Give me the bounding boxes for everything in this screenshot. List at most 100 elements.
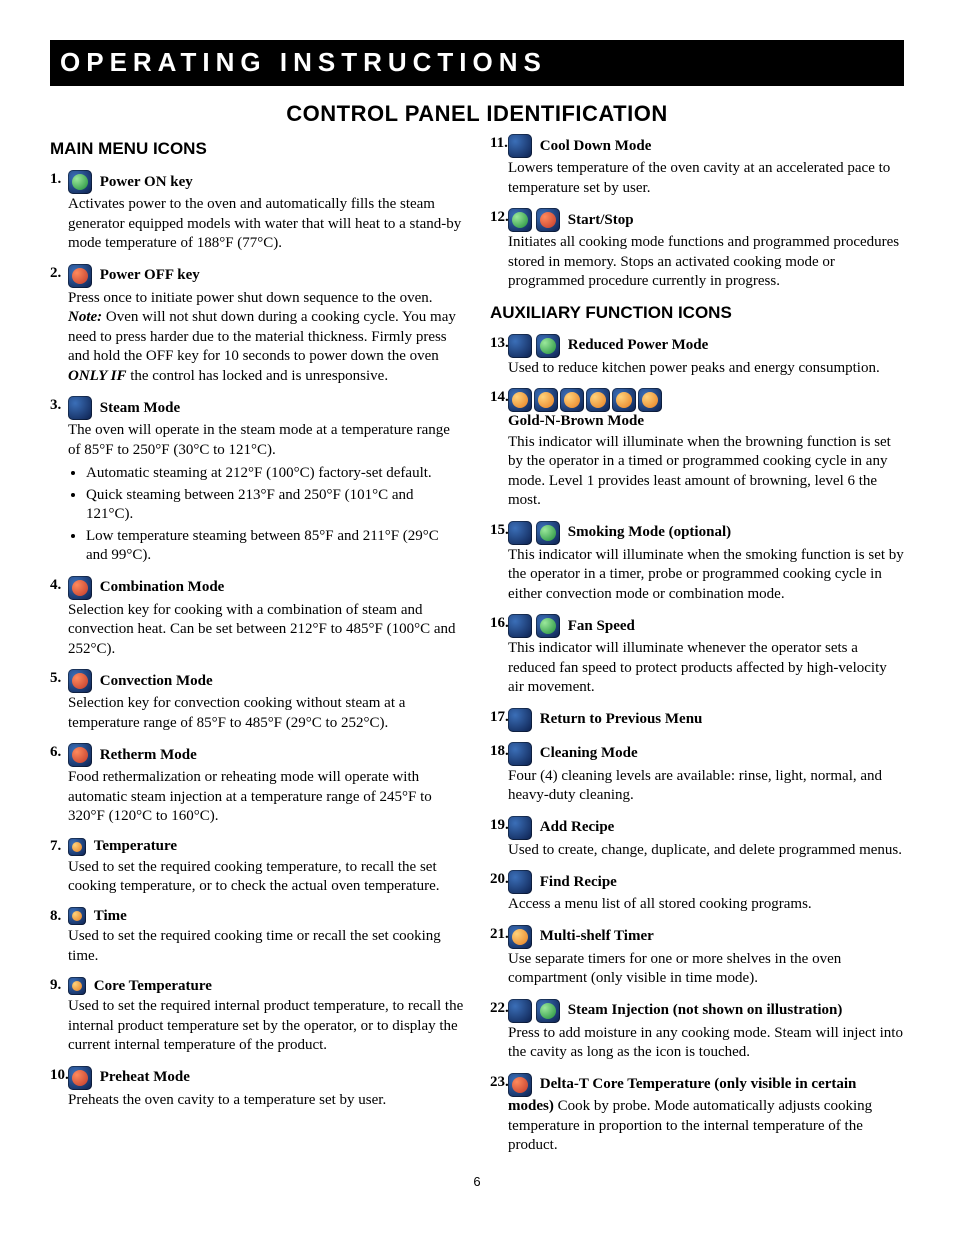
item-number: 17. <box>490 708 509 728</box>
item-body: Selection key for cooking with a combina… <box>68 601 464 660</box>
item-body: The oven will operate in the steam mode … <box>68 421 464 460</box>
item-body: Used to create, change, duplicate, and d… <box>508 841 904 861</box>
item-header: Temperature <box>68 838 177 854</box>
list-item: 13. Reduced Power Mode Used to reduce kit… <box>490 334 904 379</box>
list-item: 14.Gold-N-Brown ModeThis indicator will … <box>490 388 904 511</box>
item-header: Combination Mode <box>68 579 224 595</box>
sub-bullet: Quick steaming between 213°F and 250°F (… <box>86 486 464 525</box>
item-label: Preheat Mode <box>100 1069 190 1085</box>
item-number: 4. <box>50 576 61 596</box>
fan-speed-icon-b <box>536 614 560 638</box>
retherm-mode-icon <box>68 743 92 767</box>
cool-down-mode-icon <box>508 134 532 158</box>
item-body: Press to add moisture in any cooking mod… <box>508 1024 904 1063</box>
item-header: Steam Injection (not shown on illustrati… <box>508 1002 842 1018</box>
fan-speed-icon-a <box>508 614 532 638</box>
list-item: 22. Steam Injection (not shown on illust… <box>490 999 904 1063</box>
item-body: Used to set the required cooking tempera… <box>68 858 464 897</box>
item-header: Delta-T Core Temperature (only visible i… <box>508 1076 872 1153</box>
sub-bullets: Automatic steaming at 212°F (100°C) fact… <box>86 464 464 566</box>
item-body: Lowers temperature of the oven cavity at… <box>508 159 904 198</box>
item-label: Time <box>94 908 127 924</box>
item-label: Start/Stop <box>568 212 634 228</box>
gold-n-brown-level-4-icon <box>586 388 610 412</box>
item-number: 19. <box>490 816 509 836</box>
item-label: Multi-shelf Timer <box>540 928 654 944</box>
power-on-icon <box>68 170 92 194</box>
item-header: Retherm Mode <box>68 747 197 763</box>
item-number: 20. <box>490 870 509 890</box>
sub-bullet: Low temperature steaming between 85°F an… <box>86 527 464 566</box>
page-banner: OPERATING INSTRUCTIONS <box>50 40 904 86</box>
item-header: Return to Previous Menu <box>508 711 702 727</box>
list-item: 3. Steam ModeThe oven will operate in th… <box>50 396 464 566</box>
item-number: 15. <box>490 521 509 541</box>
gold-n-brown-level-5-icon <box>612 388 636 412</box>
item-number: 9. <box>50 976 61 996</box>
item-number: 10. <box>50 1066 69 1086</box>
item-body: Four (4) cleaning levels are available: … <box>508 767 904 806</box>
gold-n-brown-level-3-icon <box>560 388 584 412</box>
item-body: Initiates all cooking mode functions and… <box>508 233 904 292</box>
two-column-layout: MAIN MENU ICONS 1. Power ON keyActivates… <box>50 134 904 1165</box>
item-header: Reduced Power Mode <box>508 337 708 353</box>
item-label: Power OFF key <box>100 267 200 283</box>
list-item: 18. Cleaning ModeFour (4) cleaning level… <box>490 742 904 806</box>
item-header: Cool Down Mode <box>508 138 651 154</box>
steam-injection-icon-a <box>508 999 532 1023</box>
list-item: 9. Core TemperatureUsed to set the requi… <box>50 976 464 1055</box>
main-menu-list: 1. Power ON keyActivates power to the ov… <box>50 170 464 1110</box>
power-off-icon <box>68 264 92 288</box>
list-item: 1. Power ON keyActivates power to the ov… <box>50 170 464 254</box>
item-number: 22. <box>490 999 509 1019</box>
item-header: Time <box>68 908 127 924</box>
list-item: 21. Multi-shelf TimerUse separate timers… <box>490 925 904 989</box>
item-body: Preheats the oven cavity to a temperatur… <box>68 1091 464 1111</box>
core-temperature-icon <box>68 977 86 995</box>
list-item: 5. Convection ModeSelection key for conv… <box>50 669 464 733</box>
item-number: 1. <box>50 170 61 190</box>
time-icon <box>68 907 86 925</box>
list-item: 19. Add Recipe Used to create, change, du… <box>490 816 904 861</box>
item-label: Convection Mode <box>100 673 213 689</box>
list-item: 10. Preheat Mode Preheats the oven cavity… <box>50 1066 464 1111</box>
item-body: Cook by probe. Mode automatically adjust… <box>508 1098 872 1153</box>
auxiliary-heading: AUXILIARY FUNCTION ICONS <box>490 302 904 324</box>
item-body: Used to reduce kitchen power peaks and e… <box>508 359 904 379</box>
return-icon <box>508 708 532 732</box>
list-item: 15. Smoking Mode (optional) This indicato… <box>490 521 904 605</box>
add-recipe-icon <box>508 816 532 840</box>
item-body: Used to set the required cooking time or… <box>68 927 464 966</box>
item-label: Retherm Mode <box>100 747 197 763</box>
section-title: CONTROL PANEL IDENTIFICATION <box>50 100 904 129</box>
smoking-mode-icon-a <box>508 521 532 545</box>
list-item: 12. Start/Stop Initiates all cooking mode… <box>490 208 904 292</box>
multi-shelf-timer-icon <box>508 925 532 949</box>
item-label: Reduced Power Mode <box>568 337 709 353</box>
gold-n-brown-level-1-icon <box>508 388 532 412</box>
item-label: Core Temperature <box>94 977 212 993</box>
item-body: Use separate timers for one or more shel… <box>508 950 904 989</box>
item-label: Steam Mode <box>100 400 180 416</box>
convection-mode-icon <box>68 669 92 693</box>
item-label: Cleaning Mode <box>540 745 638 761</box>
start-icon <box>508 208 532 232</box>
gold-n-brown-level-2-icon <box>534 388 558 412</box>
item-body: This indicator will illuminate when the … <box>508 546 904 605</box>
item-number: 7. <box>50 837 61 857</box>
item-label: Gold-N-Brown Mode <box>508 412 904 432</box>
list-item: 16. Fan SpeedThis indicator will illumin… <box>490 614 904 698</box>
item-header: Add Recipe <box>508 819 614 835</box>
item-body: Press once to initiate power shut down s… <box>68 289 464 387</box>
list-item: 8. Time Used to set the required cooking … <box>50 907 464 967</box>
item-label: Smoking Mode (optional) <box>568 524 731 540</box>
auxiliary-list: 13. Reduced Power Mode Used to reduce kit… <box>490 334 904 1156</box>
item-header: Convection Mode <box>68 673 213 689</box>
preheat-mode-icon <box>68 1066 92 1090</box>
item-number: 8. <box>50 907 61 927</box>
item-number: 13. <box>490 334 509 354</box>
item-label: Temperature <box>94 838 177 854</box>
page-number: 6 <box>50 1174 904 1191</box>
item-number: 12. <box>490 208 509 228</box>
reduced-power-icon-b <box>536 334 560 358</box>
